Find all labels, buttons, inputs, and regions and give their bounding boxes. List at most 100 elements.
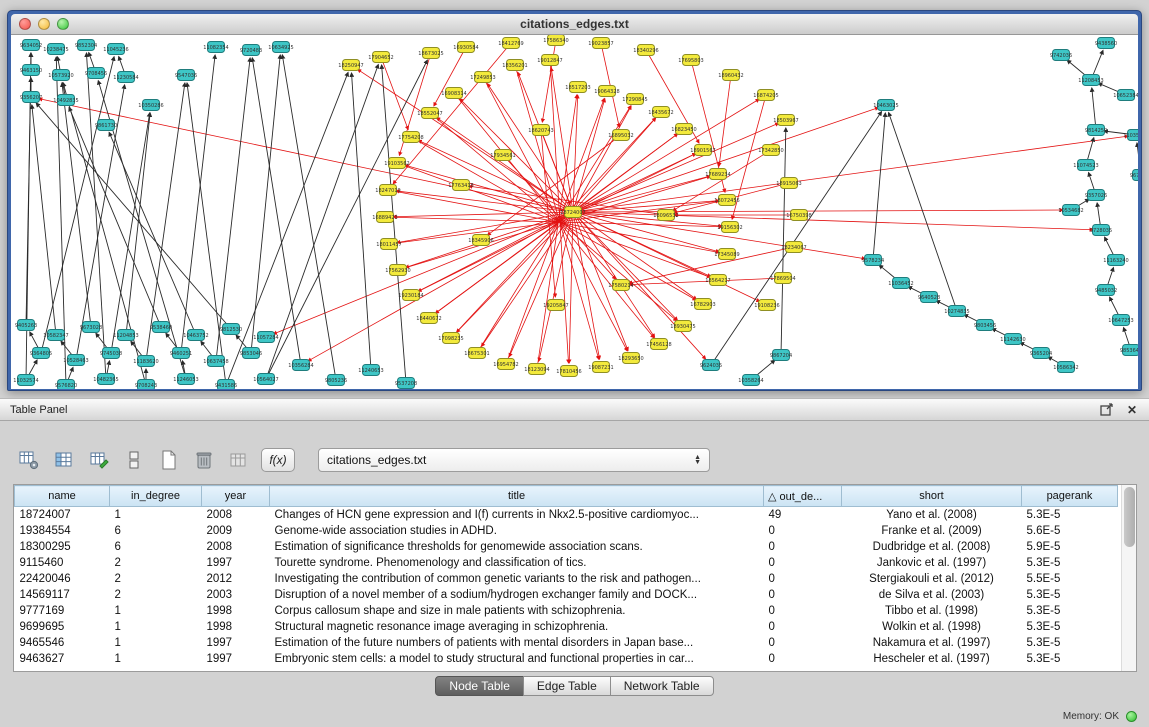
table-row[interactable]: 1830029562008Estimation of significance … [15, 539, 1118, 555]
graph-node[interactable]: 10350286 [138, 100, 163, 111]
graph-node[interactable]: 18340296 [633, 45, 658, 56]
graph-node[interactable]: 9357026 [1085, 190, 1107, 201]
graph-node[interactable]: 10528463 [63, 355, 88, 366]
graph-node[interactable]: 11074523 [1073, 160, 1098, 171]
minimize-window-button[interactable] [38, 18, 50, 30]
graph-node[interactable]: 11142630 [1000, 334, 1025, 345]
graph-edge[interactable] [781, 128, 786, 355]
graph-edge[interactable] [389, 201, 719, 244]
graph-edge[interactable] [146, 83, 185, 361]
graph-node[interactable]: 9745038 [100, 348, 122, 359]
graph-node[interactable]: 17689234 [705, 169, 730, 180]
graph-edge[interactable] [541, 130, 555, 297]
graph-node[interactable]: 17345089 [714, 249, 739, 260]
graph-node[interactable]: 17098235 [438, 333, 463, 344]
graph-edge[interactable] [573, 123, 779, 212]
graph-node[interactable]: 11036452 [888, 278, 913, 289]
column-header[interactable]: name [15, 486, 110, 507]
graph-edge[interactable] [573, 212, 600, 359]
graph-node[interactable]: 9673028 [80, 322, 102, 333]
table-row[interactable]: 1872400712008Changes of HCN gene express… [15, 507, 1118, 523]
graph-node[interactable]: 19103562 [384, 158, 409, 169]
graph-node[interactable]: 10534682 [1058, 205, 1083, 216]
graph-node[interactable]: 18356201 [502, 60, 527, 71]
graph-node[interactable]: 16954782 [493, 359, 518, 370]
graph-node[interactable]: 9438560 [1095, 38, 1117, 49]
graph-node[interactable]: 17342850 [758, 145, 783, 156]
graph-node[interactable]: 9708456 [85, 68, 107, 79]
graph-edge[interactable] [1092, 88, 1096, 130]
graph-node[interactable]: 10482365 [93, 374, 118, 385]
graph-node[interactable]: 11032574 [13, 375, 38, 386]
graph-node[interactable]: 17290845 [622, 94, 647, 105]
graph-node[interactable]: 11082354 [203, 42, 228, 53]
graph-node[interactable]: 9728035 [1090, 225, 1112, 236]
graph-edge[interactable] [216, 58, 250, 361]
graph-node[interactable]: 9640528 [918, 292, 940, 303]
graph-node[interactable]: 19087231 [588, 362, 613, 373]
graph-edge[interactable] [573, 136, 1128, 212]
graph-edge[interactable] [381, 57, 408, 130]
graph-node[interactable]: 10564027 [253, 374, 278, 385]
graph-node[interactable]: 18930475 [670, 321, 695, 332]
graph-node[interactable]: 18440672 [416, 313, 441, 324]
graph-node[interactable]: 9867204 [770, 350, 792, 361]
graph-node[interactable]: 17869504 [770, 273, 795, 284]
graph-edge[interactable] [573, 212, 1093, 230]
graph-node[interactable]: 18345906 [468, 235, 493, 246]
graph-node[interactable]: 18250947 [338, 60, 363, 71]
table-row[interactable]: 946362711997Embryonic stem cells: a mode… [15, 651, 1118, 667]
graph-node[interactable]: 10463752 [183, 330, 208, 341]
graph-node[interactable]: 10573920 [48, 70, 73, 81]
graph-node[interactable]: 11045236 [103, 44, 128, 55]
graph-edge[interactable] [352, 73, 371, 370]
graph-node[interactable]: 9861730 [95, 120, 117, 131]
graph-node[interactable]: 10358264 [738, 375, 763, 386]
graph-node[interactable]: 16782903 [690, 299, 715, 310]
graph-node[interactable]: 9463150 [20, 65, 42, 76]
graph-edge[interactable] [111, 113, 150, 353]
column-header[interactable]: year [202, 486, 270, 507]
table-scrollbar-thumb[interactable] [1124, 487, 1135, 547]
window-titlebar[interactable]: citations_edges.txt [11, 14, 1138, 35]
graph-node[interactable]: 18293650 [618, 353, 643, 364]
graph-node[interactable]: 11183620 [133, 356, 158, 367]
import-table-icon[interactable] [226, 447, 252, 473]
graph-node[interactable]: 11204853 [113, 330, 138, 341]
graph-node[interactable]: 10463025 [873, 100, 898, 111]
graph-node[interactable]: 9431586 [215, 380, 237, 390]
graph-node[interactable]: 17586340 [543, 35, 568, 46]
graph-edge[interactable] [393, 43, 511, 184]
edit-columns-icon[interactable] [86, 447, 112, 473]
column-header[interactable]: pagerank [1022, 486, 1118, 507]
table-row[interactable]: 1456911722003Disruption of a novel membe… [15, 587, 1118, 603]
graph-node[interactable]: 17695803 [678, 55, 703, 66]
graph-node[interactable]: 17763418 [448, 180, 473, 191]
graph-node[interactable]: 9812530 [220, 324, 242, 335]
graph-node[interactable]: 9405263 [15, 320, 37, 331]
graph-edge[interactable] [539, 212, 573, 361]
graph-edge[interactable] [26, 78, 31, 325]
delete-table-icon[interactable] [191, 447, 217, 473]
graph-node[interactable]: 11230584 [113, 72, 138, 83]
graph-node[interactable]: 18960432 [718, 70, 743, 81]
table-row[interactable]: 1938455462009Genome-wide association stu… [15, 523, 1118, 539]
graph-node[interactable]: 18096532 [653, 210, 678, 221]
graph-node[interactable]: 18247019 [375, 185, 400, 196]
tab-node-table[interactable]: Node Table [435, 676, 524, 696]
graph-node[interactable]: 18412769 [498, 38, 523, 49]
graph-node[interactable]: 17904652 [368, 52, 393, 63]
graph-node[interactable]: 9803456 [974, 320, 996, 331]
table-selector-dropdown[interactable]: citations_edges.txt ▲▼ [318, 448, 710, 472]
graph-node[interactable]: 9634052 [20, 40, 42, 51]
tab-network-table[interactable]: Network Table [610, 676, 714, 696]
graph-node[interactable]: 16930584 [453, 42, 478, 53]
graph-edge[interactable] [629, 278, 783, 285]
graph-node[interactable]: 19064328 [594, 86, 619, 97]
table-scrollbar[interactable] [1121, 485, 1136, 671]
graph-node[interactable]: 18517203 [565, 82, 590, 93]
close-panel-icon[interactable]: ✕ [1125, 403, 1139, 417]
graph-node[interactable]: 10637458 [203, 356, 228, 367]
graph-node[interactable]: 9720483 [240, 45, 262, 56]
new-table-icon[interactable] [156, 447, 182, 473]
